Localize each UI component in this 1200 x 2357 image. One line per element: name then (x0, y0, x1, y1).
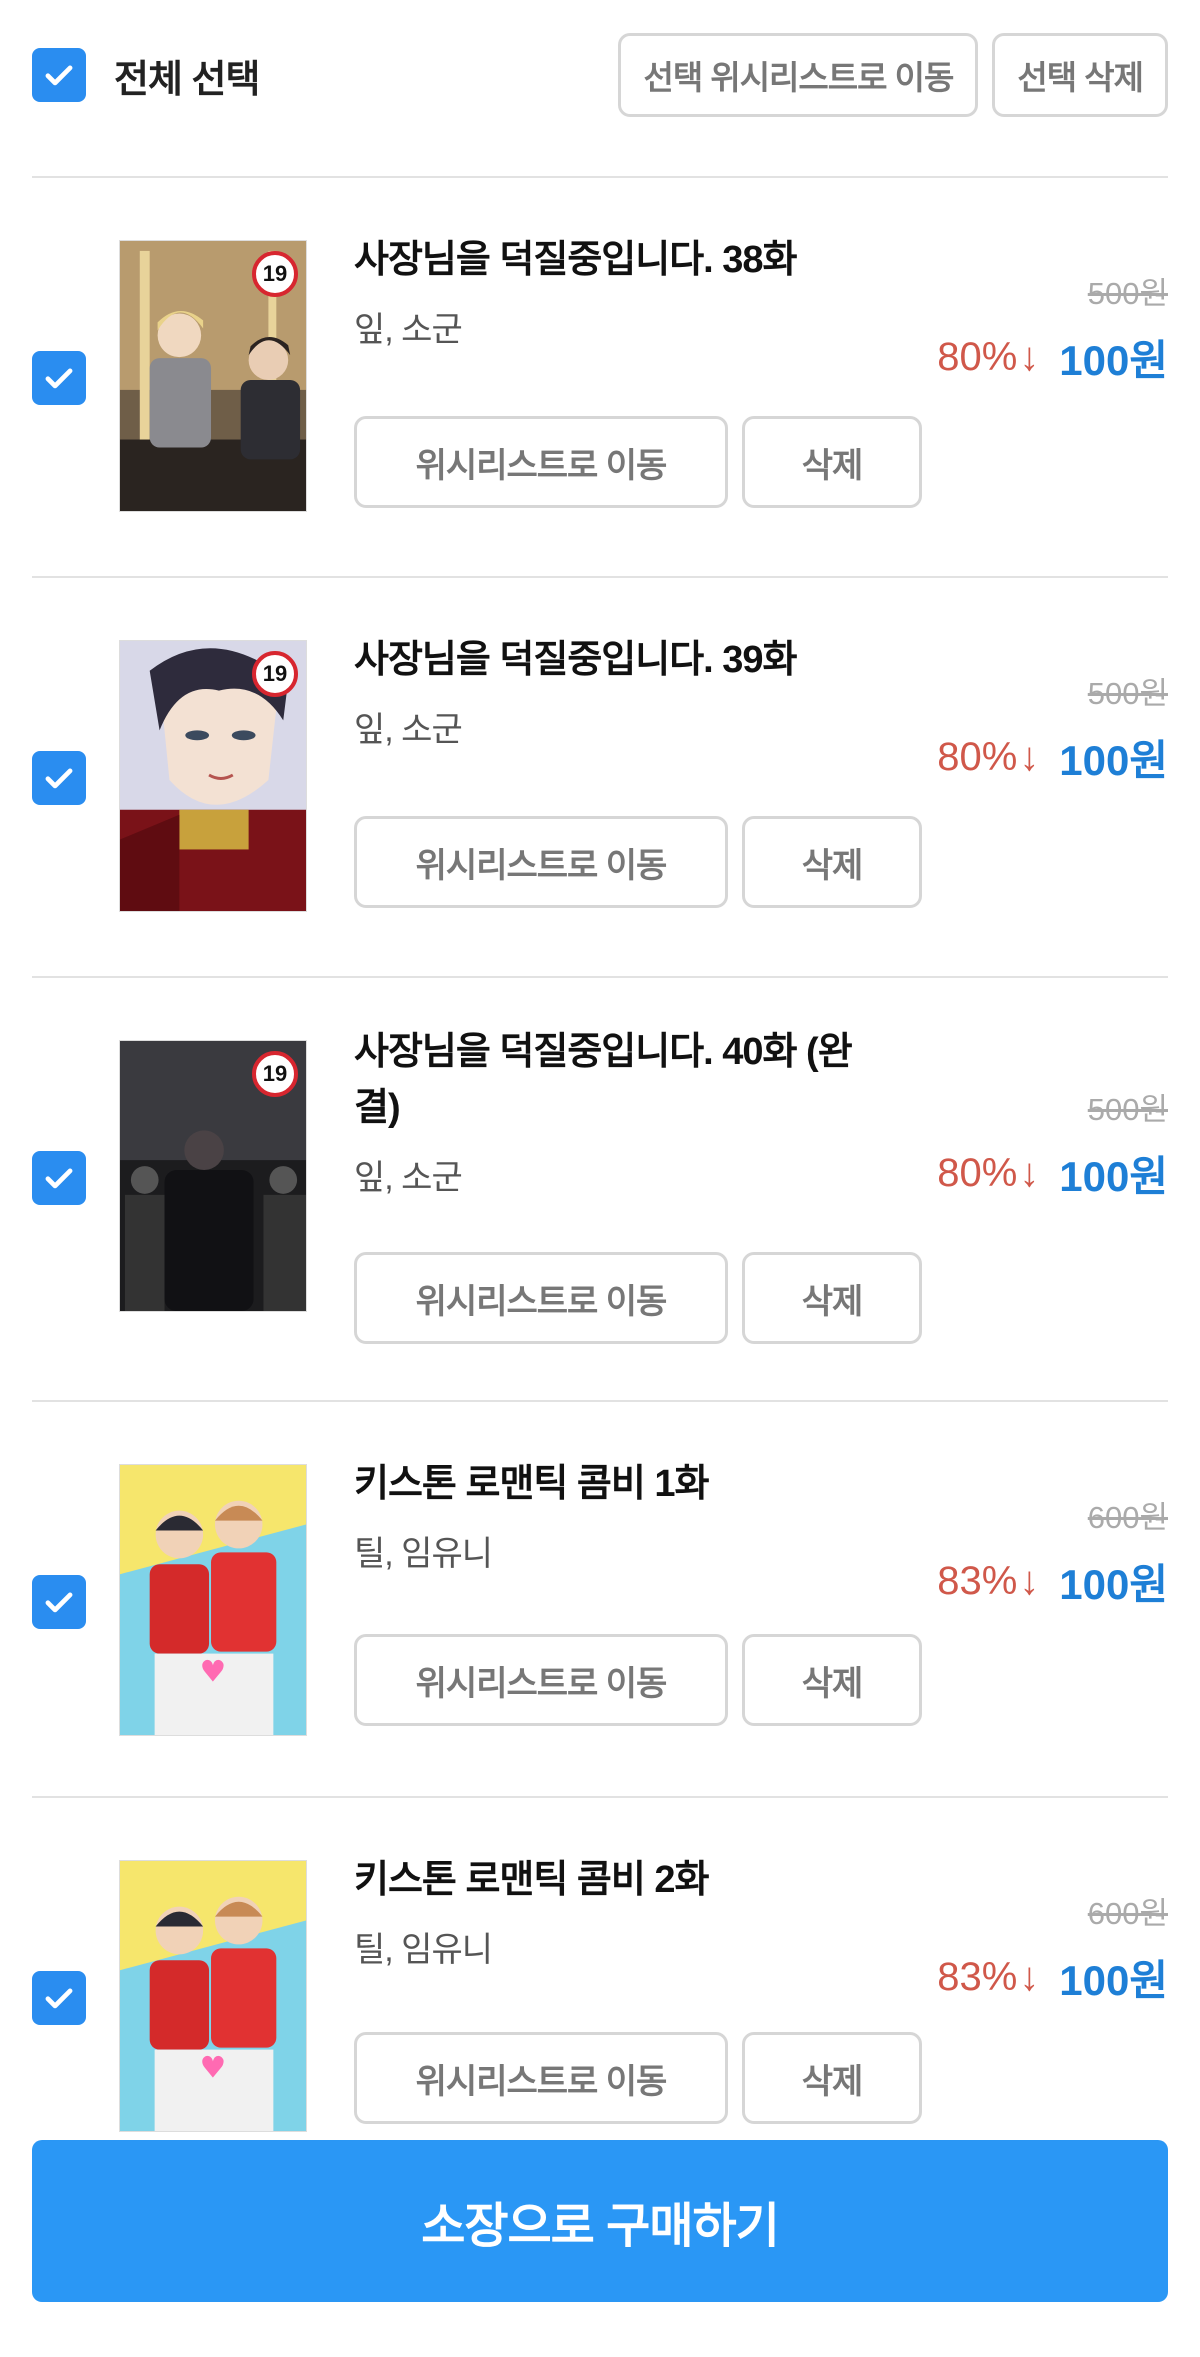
original-price: 500원 (1087, 1092, 1168, 1127)
item-checkbox[interactable] (32, 351, 86, 405)
checkmark-icon (45, 368, 73, 389)
checkmark-icon (45, 1168, 73, 1189)
cart-item: ♥ 키스톤 로맨틱 콤비 2화 틸, 임유니 600원 83% ↓ 100원 위… (32, 1796, 1168, 2136)
cover-image[interactable]: ♥ (119, 1860, 307, 2132)
move-to-wishlist-button[interactable]: 위시리스트로 이동 (354, 816, 728, 908)
discount-rate: 80% (937, 735, 1018, 779)
checkmark-icon (45, 1592, 73, 1613)
delete-button[interactable]: 삭제 (742, 1634, 922, 1726)
cover-image[interactable]: 19 (119, 640, 307, 912)
arrow-down-icon: ↓ (1019, 1151, 1040, 1195)
arrow-down-icon: ↓ (1019, 1559, 1040, 1603)
original-price: 500원 (1087, 676, 1168, 711)
arrow-down-icon: ↓ (1019, 735, 1040, 779)
item-title[interactable]: 사장님을 덕질중입니다. 40화 (완 결) (354, 1024, 914, 1136)
item-title[interactable]: 사장님을 덕질중입니다. 39화 (354, 632, 914, 688)
arrow-down-icon: ↓ (1019, 335, 1040, 379)
discount-rate: 80% (937, 335, 1018, 379)
svg-text:♥: ♥ (200, 2050, 227, 2085)
sale-price: 100원 (1059, 737, 1168, 784)
checkmark-icon (45, 1988, 73, 2009)
age-19-badge: 19 (252, 651, 298, 697)
item-checkbox[interactable] (32, 751, 86, 805)
discount-rate: 83% (937, 1955, 1018, 1999)
original-price: 500원 (1087, 276, 1168, 311)
discount-rate: 83% (937, 1559, 1018, 1603)
selection-toolbar: 전체 선택 선택 위시리스트로 이동 선택 삭제 (32, 30, 1168, 120)
cover-image[interactable]: 19 (119, 240, 307, 512)
checkmark-icon (45, 65, 73, 86)
item-author: 잎, 소군 (354, 711, 463, 749)
item-checkbox[interactable] (32, 1575, 86, 1629)
sale-price: 100원 (1059, 337, 1168, 384)
discount-rate: 80% (937, 1151, 1018, 1195)
sale-price: 100원 (1059, 1153, 1168, 1200)
delete-button[interactable]: 삭제 (742, 2032, 922, 2124)
checkmark-icon (45, 768, 73, 789)
item-author: 틸, 임유니 (354, 1931, 493, 1969)
cart-item: ♥ 키스톤 로맨틱 콤비 1화 틸, 임유니 600원 83% ↓ 100원 위… (32, 1400, 1168, 1796)
delete-button[interactable]: 삭제 (742, 416, 922, 508)
item-author: 잎, 소군 (354, 311, 463, 349)
move-to-wishlist-button[interactable]: 위시리스트로 이동 (354, 1252, 728, 1344)
delete-button[interactable]: 삭제 (742, 1252, 922, 1344)
select-all-checkbox[interactable] (32, 48, 86, 102)
move-to-wishlist-button[interactable]: 위시리스트로 이동 (354, 416, 728, 508)
cart-item: 19 사장님을 덕질중입니다. 38화 잎, 소군 500원 80% ↓ 100… (32, 176, 1168, 576)
delete-button[interactable]: 삭제 (742, 816, 922, 908)
original-price: 600원 (1087, 1896, 1168, 1931)
sale-price: 100원 (1059, 1561, 1168, 1608)
item-checkbox[interactable] (32, 1151, 86, 1205)
arrow-down-icon: ↓ (1019, 1955, 1040, 1999)
age-19-badge: 19 (252, 251, 298, 297)
item-title[interactable]: 사장님을 덕질중입니다. 38화 (354, 232, 914, 288)
sale-price: 100원 (1059, 1957, 1168, 2004)
move-to-wishlist-button[interactable]: 위시리스트로 이동 (354, 2032, 728, 2124)
cover-image[interactable]: 19 (119, 1040, 307, 1312)
item-checkbox[interactable] (32, 1971, 86, 2025)
move-to-wishlist-button[interactable]: 위시리스트로 이동 (354, 1634, 728, 1726)
item-title[interactable]: 키스톤 로맨틱 콤비 2화 (354, 1852, 914, 1908)
item-author: 잎, 소군 (354, 1159, 463, 1197)
original-price: 600원 (1087, 1500, 1168, 1535)
cart-item: 19 사장님을 덕질중입니다. 39화 잎, 소군 500원 80% ↓ 100… (32, 576, 1168, 976)
item-title[interactable]: 키스톤 로맨틱 콤비 1화 (354, 1456, 914, 1512)
buy-button[interactable]: 소장으로 구매하기 (32, 2140, 1168, 2302)
move-selected-to-wishlist-button[interactable]: 선택 위시리스트로 이동 (618, 33, 979, 117)
item-author: 틸, 임유니 (354, 1535, 493, 1573)
cover-image[interactable]: ♥ (119, 1464, 307, 1736)
cart-item: 19 사장님을 덕질중입니다. 40화 (완 결) 잎, 소군 500원 80%… (32, 976, 1168, 1400)
select-all-label: 전체 선택 (114, 58, 260, 101)
delete-selected-button[interactable]: 선택 삭제 (992, 33, 1168, 117)
svg-text:♥: ♥ (200, 1654, 227, 1689)
age-19-badge: 19 (252, 1051, 298, 1097)
